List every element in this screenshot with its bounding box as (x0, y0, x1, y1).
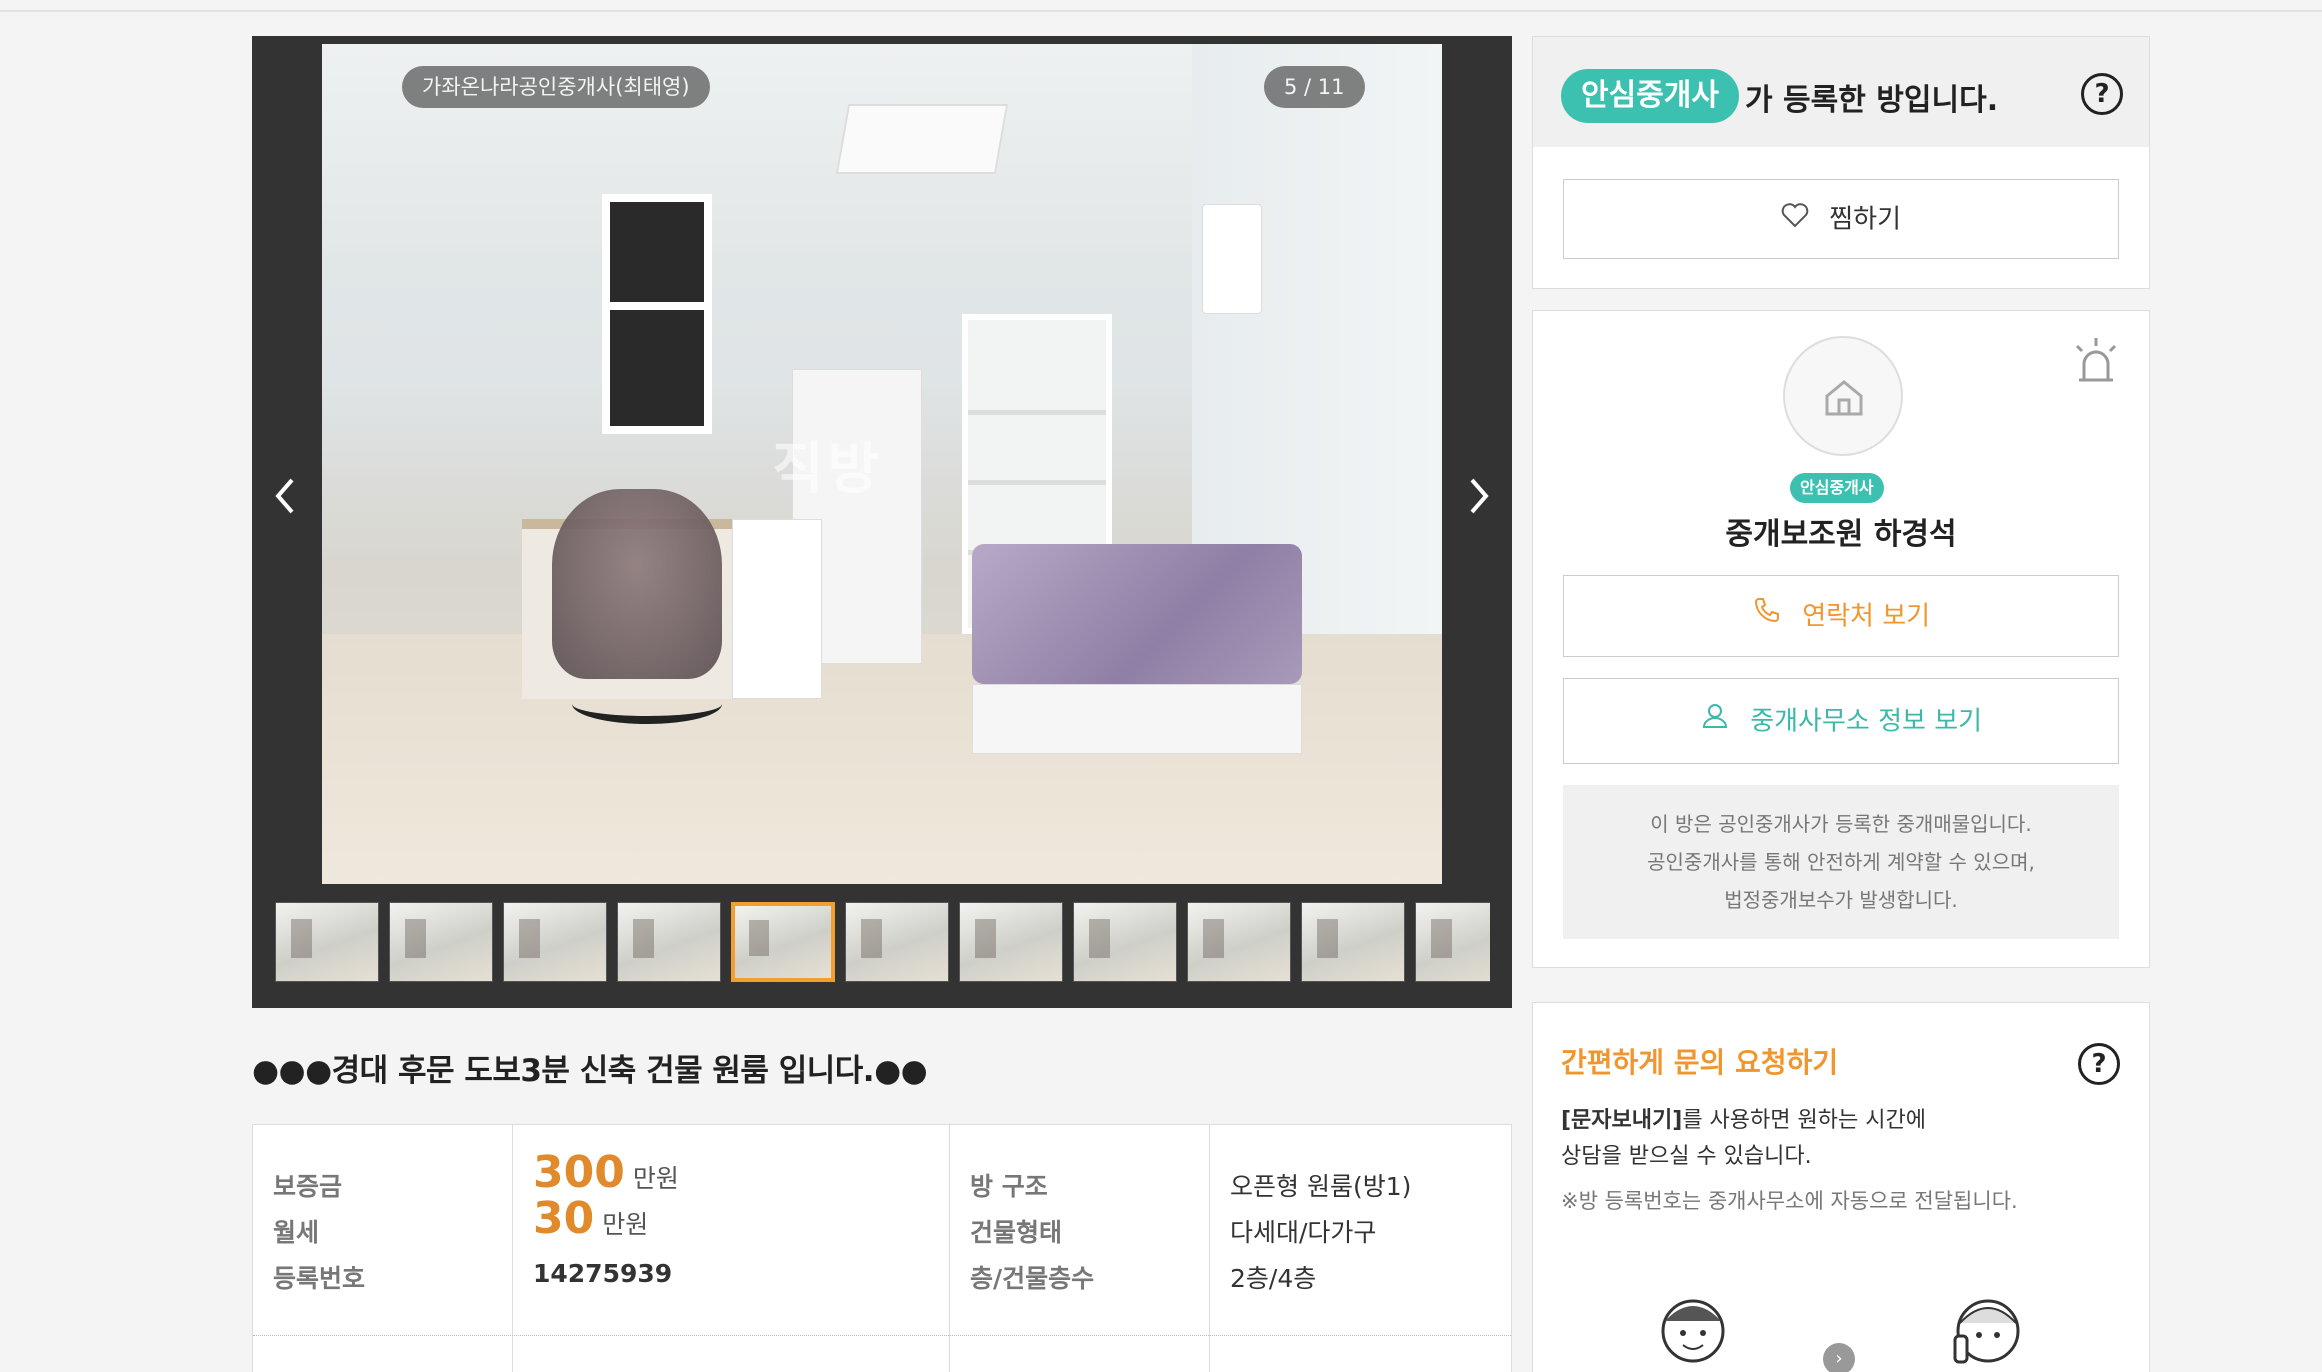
broker-notice: 이 방은 공인중개사가 등록한 중개매물입니다. 공인중개사를 통해 안전하게 … (1563, 785, 2119, 939)
thumbnail-4[interactable] (617, 902, 721, 982)
office-info-button[interactable]: 중개사무소 정보 보기 (1563, 678, 2119, 764)
office-person-icon (1700, 680, 1730, 764)
inquiry-title: 간편하게 문의 요청하기 (1561, 1046, 1839, 1079)
rent-value: 30 (533, 1193, 595, 1244)
inquiry-note: ※방 등록번호는 중개사무소에 자동으로 전달됩니다. (1561, 1189, 2018, 1213)
customer-illustration (1933, 1281, 2053, 1372)
inquiry-line-1-rest: 를 사용하면 원하는 시간에 (1682, 1108, 1926, 1133)
contact-button[interactable]: 연락처 보기 (1563, 575, 2119, 657)
contact-label: 연락처 보기 (1802, 601, 1931, 632)
help-icon[interactable]: ? (2078, 1043, 2120, 1085)
building-label: 건물형태 (970, 1218, 1063, 1247)
structure-label: 방 구조 (970, 1172, 1048, 1201)
prev-photo-button[interactable] (266, 466, 306, 526)
inquiry-line-2: 상담을 받으실 수 있습니다. (1561, 1144, 1812, 1169)
agency-tag: 가좌온나라공인중개사(최태영) (402, 66, 710, 108)
photo-window (602, 194, 712, 434)
zzim-label: 찜하기 (1829, 204, 1902, 235)
photo-counter: 5 / 11 (1264, 66, 1365, 108)
photo-chair-base (572, 684, 722, 724)
house-icon (1825, 380, 1863, 416)
agent-name: 중개보조원 하경석 (1725, 517, 1957, 552)
help-icon[interactable]: ? (2081, 73, 2123, 115)
thumbnail-strip (275, 902, 1490, 982)
reg-number-value: 14275939 (533, 1259, 673, 1288)
agent-illustration (1643, 1281, 1763, 1372)
chevron-left-icon (275, 478, 294, 514)
safe-broker-headline: 가 등록한 방입니다. (1745, 83, 1999, 118)
photo-chair (552, 489, 722, 679)
deposit-label: 보증금 (273, 1172, 343, 1201)
phone-icon (1752, 577, 1782, 657)
step-arrow-icon: › (1823, 1343, 1855, 1372)
reg-number-label: 등록번호 (273, 1264, 366, 1293)
rent-value-row: 30 만원 (533, 1193, 648, 1244)
table-row-divider (253, 1335, 1511, 1336)
thumbnail-8[interactable] (1073, 902, 1177, 982)
notice-line-2: 공인중개사를 통해 안전하게 계약할 수 있으며, (1647, 850, 2035, 874)
office-info-label: 중개사무소 정보 보기 (1750, 706, 1983, 737)
zzim-button[interactable]: 찜하기 (1563, 179, 2119, 259)
agent-panel: 안심중개사 중개보조원 하경석 연락처 보기 중개사무소 정보 보기 이 방은 … (1532, 310, 2150, 968)
next-photo-button[interactable] (1458, 466, 1498, 526)
inquiry-line-1: [문자보내기]를 사용하면 원하는 시간에 (1561, 1103, 1926, 1139)
thumbnail-9[interactable] (1187, 902, 1291, 982)
chevron-right-icon (1470, 478, 1489, 514)
thumbnail-11[interactable] (1415, 902, 1490, 982)
thumbnail-6[interactable] (845, 902, 949, 982)
safe-broker-panel: 안심중개사 가 등록한 방입니다. ? 찜하기 (1532, 36, 2150, 289)
rent-unit: 만원 (602, 1210, 649, 1239)
floor-label: 층/건물층수 (970, 1264, 1095, 1293)
thumbnail-2[interactable] (389, 902, 493, 982)
safe-broker-badge: 안심중개사 (1561, 69, 1739, 123)
sms-highlight: [문자보내기] (1561, 1108, 1683, 1133)
thumbnail-10[interactable] (1301, 902, 1405, 982)
photo-bed-frame (972, 684, 1302, 754)
deposit-value-row: 300 만원 (533, 1147, 679, 1198)
floor-value: 2층/4층 (1230, 1264, 1317, 1293)
structure-value: 오픈형 원룸(방1) (1230, 1172, 1412, 1201)
photo-gallery: 직방 가좌온나라공인중개사(최태영) 5 / 11 (252, 36, 1512, 1008)
inquiry-panel: 간편하게 문의 요청하기 ? [문자보내기]를 사용하면 원하는 시간에 상담을… (1532, 1002, 2150, 1372)
listing-title: ●●●경대 후문 도보3분 신축 건물 원룸 입니다.●● (252, 1053, 928, 1089)
notice-line-3: 법정중개보수가 발생합니다. (1724, 888, 1958, 912)
thumbnail-3[interactable] (503, 902, 607, 982)
photo-drawers (732, 519, 822, 699)
notice-line-1: 이 방은 공인중개사가 등록한 중개매물입니다. (1650, 812, 2032, 836)
report-siren-icon[interactable] (2073, 336, 2119, 386)
agent-safe-badge: 안심중개사 (1790, 473, 1884, 503)
photo-bed (972, 544, 1302, 684)
thumbnail-5[interactable] (731, 902, 835, 982)
agent-avatar (1783, 336, 1903, 456)
main-photo[interactable]: 직방 (322, 44, 1442, 884)
listing-info-table: 보증금 월세 등록번호 300 만원 30 만원 14275939 방 구조 건… (252, 1124, 1512, 1372)
photo-air-conditioner (1202, 204, 1262, 314)
building-value: 다세대/다가구 (1230, 1218, 1377, 1247)
safe-broker-header: 안심중개사 가 등록한 방입니다. ? (1533, 37, 2149, 147)
inquiry-text: [문자보내기]를 사용하면 원하는 시간에 상담을 받으실 수 있습니다. (1561, 1103, 1926, 1175)
heart-icon (1781, 181, 1809, 259)
rent-label: 월세 (273, 1218, 320, 1247)
deposit-unit: 만원 (632, 1164, 679, 1193)
thumbnail-1[interactable] (275, 902, 379, 982)
thumbnail-7[interactable] (959, 902, 1063, 982)
deposit-value: 300 (533, 1147, 625, 1198)
photo-lamp (835, 104, 1009, 174)
watermark: 직방 (772, 437, 884, 502)
top-divider (0, 10, 2322, 12)
